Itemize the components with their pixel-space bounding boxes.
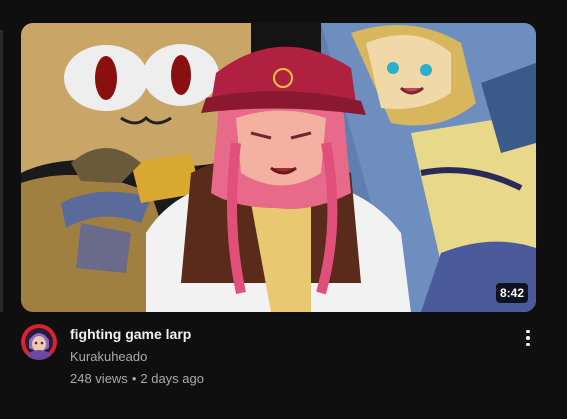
more-dot [526,342,530,347]
video-details: fighting game larp Kurakuheado 248 views… [21,322,546,402]
duration-badge: 8:42 [495,283,528,303]
more-vert-icon[interactable] [517,324,539,352]
video-stats: 248 views • 2 days ago [70,370,500,388]
video-text: fighting game larp Kurakuheado 248 views… [70,324,500,388]
upload-age: 2 days ago [140,371,204,386]
view-count: 248 views [70,371,128,386]
video-title[interactable]: fighting game larp [70,324,500,344]
video-thumbnail[interactable]: 8:42 [21,23,536,312]
more-dot [526,336,530,340]
avatar-image [21,324,57,360]
video-card-page: 8:42 fighting game larp Kurakuheado 248 … [0,0,567,419]
thumbnail-artwork [21,23,536,312]
stats-separator: • [131,371,137,386]
channel-avatar[interactable] [21,324,57,360]
scroll-edge [0,30,3,312]
channel-name[interactable]: Kurakuheado [70,348,500,366]
more-dot [526,329,530,334]
